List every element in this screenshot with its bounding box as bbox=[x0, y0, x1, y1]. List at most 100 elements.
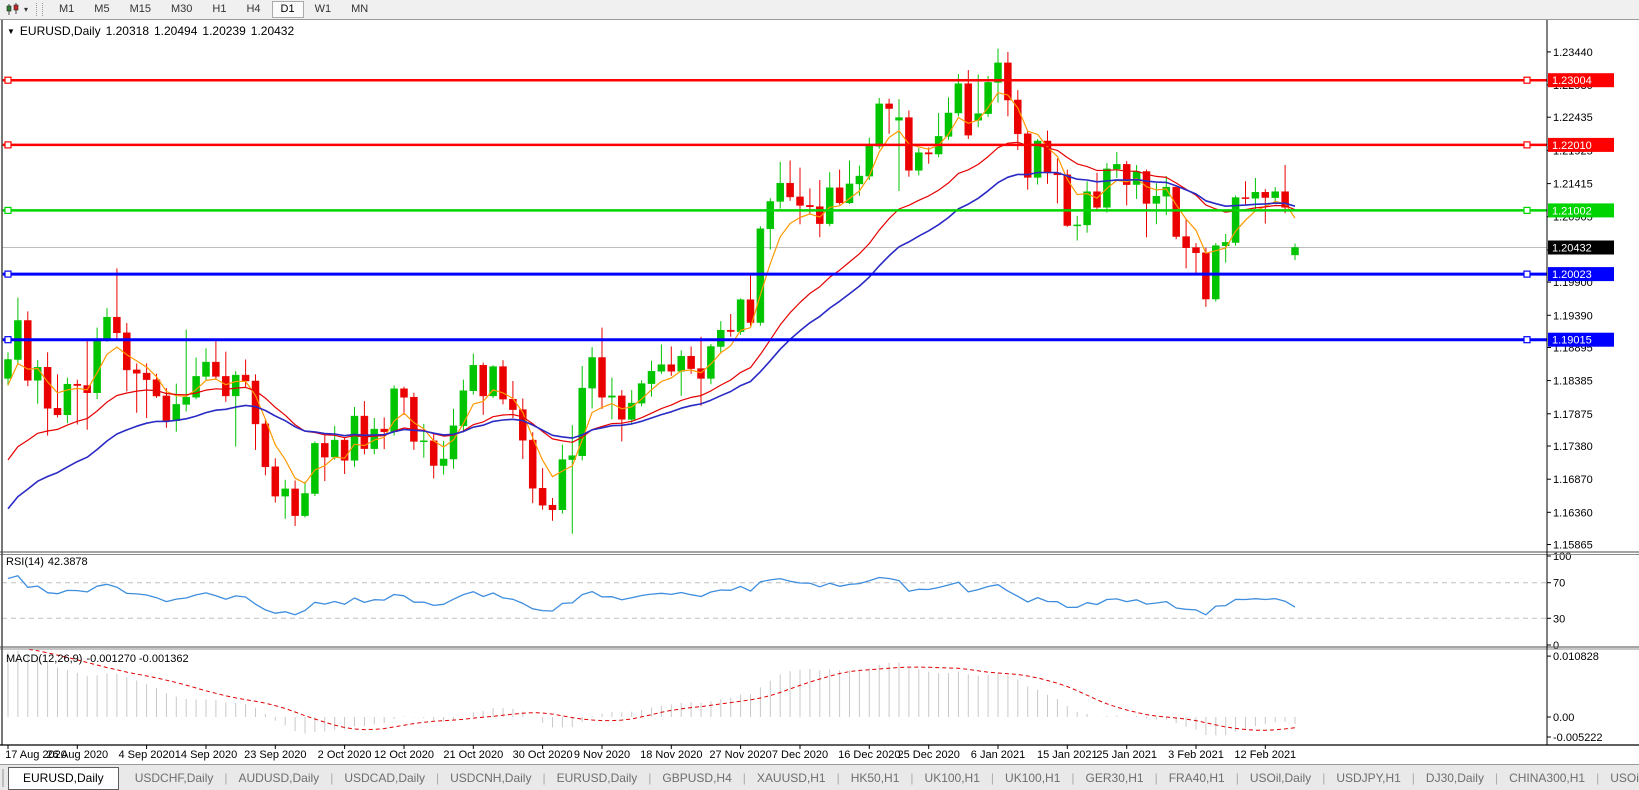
svg-text:25 Dec 2020: 25 Dec 2020 bbox=[898, 749, 960, 761]
svg-text:30 Oct 2020: 30 Oct 2020 bbox=[513, 749, 573, 761]
macd-name: MACD(12,26,9) bbox=[6, 653, 82, 665]
timeframe-button-h4[interactable]: H4 bbox=[237, 1, 269, 18]
svg-text:16 Dec 2020: 16 Dec 2020 bbox=[838, 749, 900, 761]
svg-text:25 Jan 2021: 25 Jan 2021 bbox=[1096, 749, 1157, 761]
hline-handle[interactable] bbox=[1524, 77, 1530, 83]
svg-text:1.22010: 1.22010 bbox=[1552, 140, 1592, 152]
svg-text:7 Dec 2020: 7 Dec 2020 bbox=[772, 749, 828, 761]
tabbar-grip[interactable] bbox=[2, 769, 4, 787]
macd-indicator-label: MACD(12,26,9) -0.001270 -0.001362 bbox=[6, 653, 193, 665]
svg-text:1.21002: 1.21002 bbox=[1552, 205, 1592, 217]
svg-text:1.17875: 1.17875 bbox=[1553, 409, 1593, 421]
chevron-down-icon: ▾ bbox=[24, 6, 28, 14]
svg-text:1.18385: 1.18385 bbox=[1553, 376, 1593, 388]
hline-1.22010[interactable] bbox=[2, 142, 1547, 148]
chart-type-button[interactable]: ▾ bbox=[2, 2, 32, 17]
svg-text:70: 70 bbox=[1553, 578, 1565, 590]
svg-text:-0.005222: -0.005222 bbox=[1553, 732, 1603, 744]
tab-fra40-h1[interactable]: FRA40,H1 bbox=[1159, 768, 1235, 788]
svg-text:100: 100 bbox=[1553, 551, 1571, 563]
tab-usdjpy-h1[interactable]: USDJPY,H1 bbox=[1326, 768, 1410, 788]
rsi-pane: 10070300 bbox=[2, 551, 1571, 652]
svg-text:18 Nov 2020: 18 Nov 2020 bbox=[640, 749, 702, 761]
hline-handle[interactable] bbox=[1524, 337, 1530, 343]
hline-1.21002[interactable] bbox=[2, 207, 1547, 213]
svg-text:12 Feb 2021: 12 Feb 2021 bbox=[1234, 749, 1296, 761]
ohlc-high: 1.20494 bbox=[154, 24, 197, 38]
tab-usdchf-daily[interactable]: USDCHF,Daily bbox=[125, 768, 224, 788]
hline-handle[interactable] bbox=[1524, 271, 1530, 277]
tab-items: EURUSD,DailyUSDCHF,Daily|AUDUSD,Daily|US… bbox=[8, 767, 1639, 790]
hline-handle[interactable] bbox=[5, 271, 11, 277]
macd-pane bbox=[8, 646, 1295, 735]
tab-audusd-daily[interactable]: AUDUSD,Daily bbox=[229, 768, 330, 788]
tab-gbpusd-h4[interactable]: GBPUSD,H4 bbox=[652, 768, 741, 788]
timeframe-button-m1[interactable]: M1 bbox=[50, 1, 83, 18]
tab-usdcad-daily[interactable]: USDCAD,Daily bbox=[334, 768, 435, 788]
candlestick-chart-icon bbox=[6, 3, 22, 16]
hline-handle[interactable] bbox=[5, 142, 11, 148]
timeframe-button-m15[interactable]: M15 bbox=[121, 1, 160, 18]
ohlc-close: 1.20432 bbox=[251, 24, 294, 38]
svg-text:1.22435: 1.22435 bbox=[1553, 112, 1593, 124]
timeframe-button-m30[interactable]: M30 bbox=[162, 1, 201, 18]
toolbar-grip[interactable] bbox=[36, 3, 43, 16]
hline-handle[interactable] bbox=[1524, 142, 1530, 148]
tab-china300-h1[interactable]: CHINA300,H1 bbox=[1499, 768, 1595, 788]
macd-values: -0.001270 -0.001362 bbox=[86, 653, 188, 665]
svg-text:12 Oct 2020: 12 Oct 2020 bbox=[374, 749, 434, 761]
timeframe-button-d1[interactable]: D1 bbox=[272, 1, 304, 18]
svg-text:0.00: 0.00 bbox=[1553, 712, 1574, 724]
rsi-line bbox=[8, 576, 1295, 615]
svg-text:1.17380: 1.17380 bbox=[1553, 441, 1593, 453]
hline-1.19015[interactable] bbox=[2, 337, 1547, 343]
tab-uk100-h1[interactable]: UK100,H1 bbox=[995, 768, 1070, 788]
timeframe-button-h1[interactable]: H1 bbox=[203, 1, 235, 18]
timeframe-button-mn[interactable]: MN bbox=[342, 1, 377, 18]
tab-usoil-h1[interactable]: USOil,H1 bbox=[1600, 768, 1639, 788]
toolbar: ▾ M1M5M15M30H1H4D1W1MN bbox=[0, 0, 1639, 20]
svg-text:4 Sep 2020: 4 Sep 2020 bbox=[118, 749, 174, 761]
rsi-value: 42.3878 bbox=[48, 556, 88, 568]
tab-dj30-daily[interactable]: DJ30,Daily bbox=[1416, 768, 1494, 788]
svg-text:1.15865: 1.15865 bbox=[1553, 540, 1593, 552]
tab-usdcnh-daily[interactable]: USDCNH,Daily bbox=[440, 768, 541, 788]
timeframe-button-m5[interactable]: M5 bbox=[85, 1, 118, 18]
candles-group bbox=[5, 49, 1299, 534]
hline-handle[interactable] bbox=[1524, 207, 1530, 213]
timeframe-buttons: M1M5M15M30H1H4D1W1MN bbox=[49, 1, 378, 18]
timeframe-button-w1[interactable]: W1 bbox=[306, 1, 341, 18]
ma-fast-line bbox=[8, 93, 1295, 484]
time-axis: 17 Aug 202026 Aug 20204 Sep 202014 Sep 2… bbox=[5, 745, 1296, 761]
tab-active-eurusd-daily[interactable]: EURUSD,Daily bbox=[8, 767, 119, 790]
svg-text:3 Feb 2021: 3 Feb 2021 bbox=[1168, 749, 1224, 761]
chart-menu-caret-icon[interactable]: ▼ bbox=[7, 27, 15, 36]
tab-ger30-h1[interactable]: GER30,H1 bbox=[1076, 768, 1154, 788]
svg-text:2 Oct 2020: 2 Oct 2020 bbox=[318, 749, 372, 761]
svg-text:27 Nov 2020: 27 Nov 2020 bbox=[709, 749, 771, 761]
tab-uk100-h1[interactable]: UK100,H1 bbox=[915, 768, 990, 788]
symbol-tabbar: EURUSD,DailyUSDCHF,Daily|AUDUSD,Daily|US… bbox=[0, 764, 1639, 790]
macd-signal-line bbox=[8, 646, 1295, 730]
svg-text:1.20432: 1.20432 bbox=[1552, 243, 1592, 255]
svg-text:9 Nov 2020: 9 Nov 2020 bbox=[574, 749, 630, 761]
svg-text:1.19015: 1.19015 bbox=[1552, 335, 1592, 347]
ohlc-low: 1.20239 bbox=[202, 24, 245, 38]
tab-hk50-h1[interactable]: HK50,H1 bbox=[841, 768, 910, 788]
moving-averages bbox=[8, 93, 1295, 509]
chart-canvas[interactable]: 1.234401.229301.224351.219251.214151.209… bbox=[0, 0, 1639, 790]
hline-handle[interactable] bbox=[5, 207, 11, 213]
chart-symbol-label: EURUSD,Daily bbox=[20, 24, 101, 38]
hline-1.23004[interactable] bbox=[2, 77, 1547, 83]
hline-handle[interactable] bbox=[5, 337, 11, 343]
svg-text:30: 30 bbox=[1553, 613, 1565, 625]
tab-xauusd-h1[interactable]: XAUUSD,H1 bbox=[747, 768, 836, 788]
price-axis: 1.234401.229301.224351.219251.214151.209… bbox=[1547, 47, 1593, 552]
tab-eurusd-daily[interactable]: EURUSD,Daily bbox=[547, 768, 648, 788]
hline-handle[interactable] bbox=[5, 77, 11, 83]
hline-1.20023[interactable] bbox=[2, 271, 1547, 277]
svg-text:1.16870: 1.16870 bbox=[1553, 474, 1593, 486]
svg-text:26 Aug 2020: 26 Aug 2020 bbox=[46, 749, 108, 761]
svg-text:0.010828: 0.010828 bbox=[1553, 651, 1599, 663]
tab-usoil-daily[interactable]: USOil,Daily bbox=[1240, 768, 1321, 788]
